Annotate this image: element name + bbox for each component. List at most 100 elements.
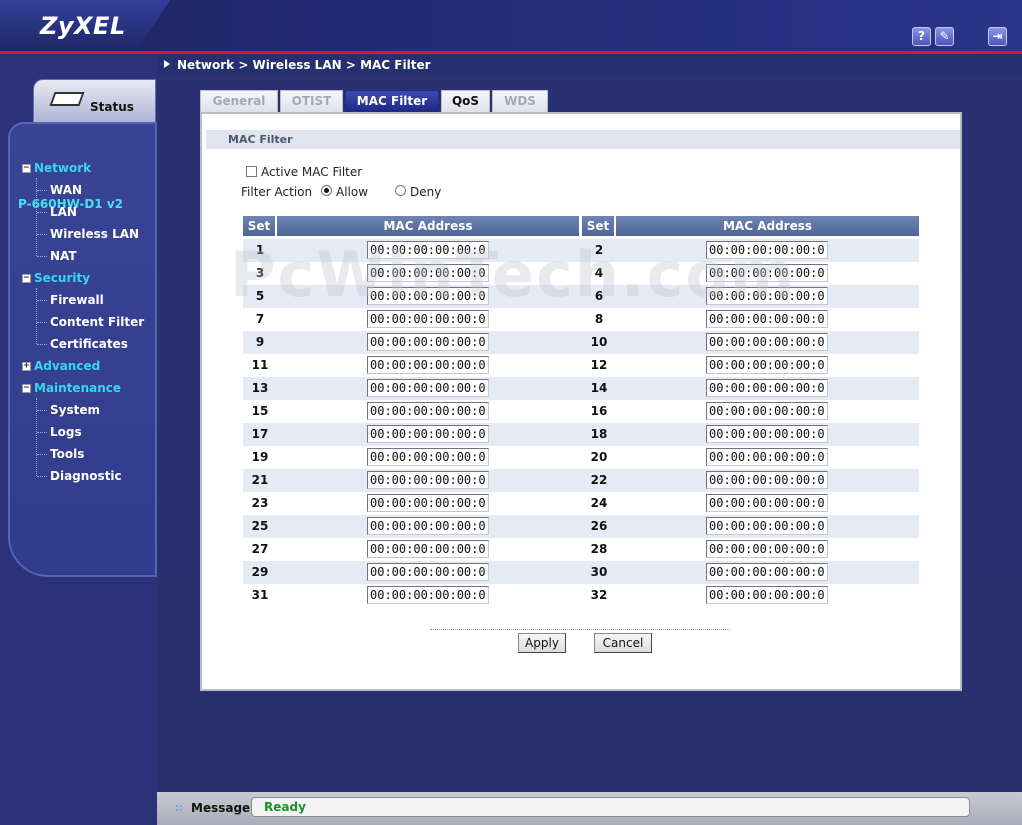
tree-line	[37, 344, 47, 345]
mac-address-input[interactable]	[367, 356, 489, 374]
mac-address-input[interactable]	[706, 563, 828, 581]
mac-address-input[interactable]	[706, 540, 828, 558]
apply-button[interactable]: Apply	[518, 633, 566, 653]
mac-address-input[interactable]	[706, 517, 828, 535]
collapse-icon[interactable]: −	[22, 384, 31, 393]
set-number: 27	[251, 542, 269, 556]
set-number: 30	[590, 565, 608, 579]
status-tab[interactable]: Status	[33, 79, 156, 127]
mac-address-input[interactable]	[367, 287, 489, 305]
set-number: 1	[255, 243, 265, 257]
set-number: 9	[255, 335, 265, 349]
active-mac-filter-checkbox[interactable]	[246, 166, 257, 177]
mac-address-input[interactable]	[367, 402, 489, 420]
help-icon[interactable]: ?	[912, 27, 931, 46]
mac-address-input[interactable]	[367, 310, 489, 328]
cancel-button[interactable]: Cancel	[594, 633, 652, 653]
set-number: 26	[590, 519, 608, 533]
status-label: Status	[90, 100, 134, 114]
mac-header-left: MAC Address	[277, 216, 579, 236]
sidebar-item-wan[interactable]: WAN	[50, 183, 82, 199]
mac-address-input[interactable]	[367, 586, 489, 604]
logout-icon[interactable]: ⇥	[988, 27, 1007, 46]
panel-title: MAC Filter	[228, 133, 293, 146]
mac-address-input[interactable]	[367, 333, 489, 351]
deny-radio[interactable]	[395, 185, 406, 196]
set-number: 18	[590, 427, 608, 441]
mac-address-input[interactable]	[367, 425, 489, 443]
set-number: 28	[590, 542, 608, 556]
set-number: 21	[251, 473, 269, 487]
sidebar-item-lan[interactable]: LAN	[50, 205, 77, 221]
wizard-icon[interactable]: ✎	[935, 27, 954, 46]
mac-address-input[interactable]	[367, 494, 489, 512]
set-number: 22	[590, 473, 608, 487]
mac-address-input[interactable]	[706, 333, 828, 351]
mac-address-input[interactable]	[367, 517, 489, 535]
tree-line	[37, 476, 47, 477]
allow-radio[interactable]	[321, 185, 332, 196]
tab-mac-filter[interactable]: MAC Filter	[345, 90, 439, 112]
sidebar-item-logs[interactable]: Logs	[50, 425, 82, 441]
mac-address-input[interactable]	[367, 241, 489, 259]
set-number: 3	[255, 266, 265, 280]
sidebar-item-certificates[interactable]: Certificates	[50, 337, 128, 353]
mac-address-input[interactable]	[706, 310, 828, 328]
tab-general[interactable]: General	[200, 90, 278, 112]
mac-address-input[interactable]	[706, 425, 828, 443]
mac-address-input[interactable]	[367, 264, 489, 282]
set-number: 13	[251, 381, 269, 395]
message-field: Ready	[251, 797, 970, 817]
collapse-icon[interactable]: −	[22, 164, 31, 173]
table-row: 1516	[243, 400, 919, 423]
sidebar-item-nat[interactable]: NAT	[50, 249, 77, 265]
mac-address-input[interactable]	[706, 241, 828, 259]
sidebar-item-content-filter[interactable]: Content Filter	[50, 315, 144, 331]
table-row: 56	[243, 285, 919, 308]
set-number: 15	[251, 404, 269, 418]
mac-address-input[interactable]	[706, 494, 828, 512]
mac-address-input[interactable]	[706, 287, 828, 305]
sidebar-item-wireless-lan[interactable]: Wireless LAN	[50, 227, 139, 243]
table-row: 12	[243, 239, 919, 262]
zyxel-logo: ZyXEL	[40, 12, 126, 40]
mac-address-input[interactable]	[706, 448, 828, 466]
set-number: 17	[251, 427, 269, 441]
tab-otist[interactable]: OTIST	[280, 90, 343, 112]
mac-address-input[interactable]	[706, 471, 828, 489]
mac-address-input[interactable]	[706, 356, 828, 374]
set-header-right: Set	[582, 216, 614, 236]
mac-address-input[interactable]	[367, 540, 489, 558]
mac-address-input[interactable]	[706, 264, 828, 282]
set-header-left: Set	[243, 216, 275, 236]
sidebar-item-diagnostic[interactable]: Diagnostic	[50, 469, 122, 485]
set-number: 7	[255, 312, 265, 326]
mac-address-input[interactable]	[367, 379, 489, 397]
breadcrumb-bar: Network > Wireless LAN > MAC Filter	[157, 54, 1022, 76]
filter-action-label: Filter Action	[241, 185, 313, 199]
mac-address-input[interactable]	[367, 448, 489, 466]
table-row: 31 32	[243, 584, 919, 607]
tab-wds[interactable]: WDS	[492, 90, 548, 112]
mac-address-input[interactable]	[706, 379, 828, 397]
expand-icon[interactable]: +	[22, 362, 31, 371]
set-number: 23	[251, 496, 269, 510]
set-number: 25	[251, 519, 269, 533]
table-row: 13 14	[243, 377, 919, 400]
set-number: 12	[590, 358, 608, 372]
mac-address-input[interactable]	[706, 586, 828, 604]
collapse-icon[interactable]: −	[22, 274, 31, 283]
sidebar-item-firewall[interactable]: Firewall	[50, 293, 104, 309]
header-bar: ZyXEL ? ✎ ⇥	[0, 0, 1022, 52]
set-number: 11	[251, 358, 269, 372]
tree-line	[37, 322, 47, 323]
sidebar-item-tools[interactable]: Tools	[50, 447, 84, 463]
mac-header-right: MAC Address	[616, 216, 919, 236]
set-number: 20	[590, 450, 608, 464]
sidebar-item-system[interactable]: System	[50, 403, 100, 419]
tab-qos[interactable]: QoS	[441, 90, 490, 112]
mac-address-input[interactable]	[367, 471, 489, 489]
mac-address-input[interactable]	[706, 402, 828, 420]
mac-address-input[interactable]	[367, 563, 489, 581]
set-number: 5	[255, 289, 265, 303]
